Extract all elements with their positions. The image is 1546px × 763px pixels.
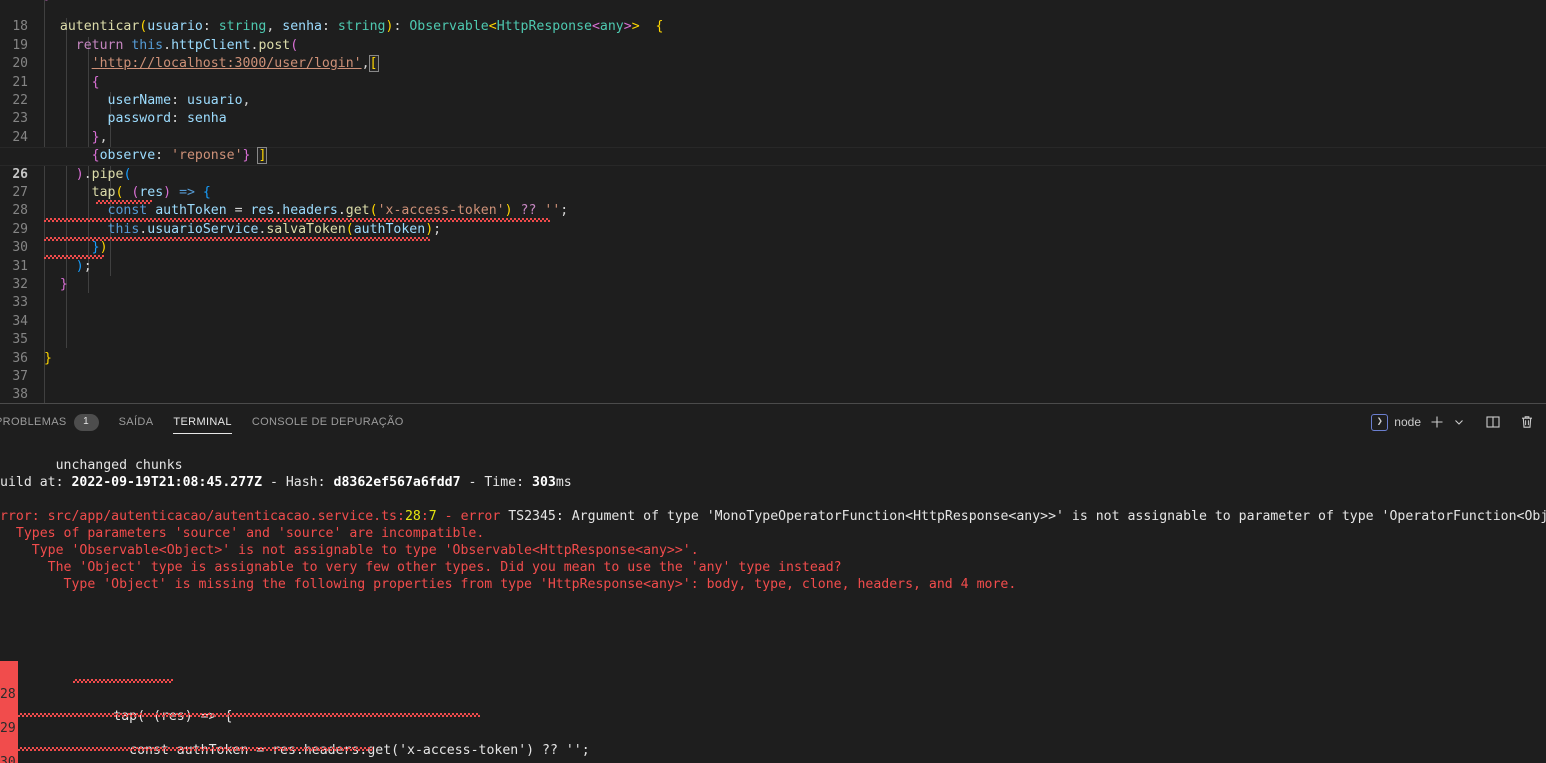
line-text: autenticar(usuario: string, senha: strin… (59, 19, 664, 35)
code-line-19[interactable]: 19 autenticar(usuario: string, senha: st… (0, 18, 1546, 52)
tab-label: TERMINAL (173, 416, 232, 428)
line-text: {observe: 'reponse'} ] (91, 147, 268, 165)
code-line-25[interactable]: 25 }, (0, 129, 1546, 163)
code-line-21[interactable]: 21 'http://localhost:3000/user/login',[ (0, 55, 1546, 90)
problems-count-badge: 1 (73, 413, 99, 431)
code-line-18[interactable]: 18 (0, 0, 1546, 34)
terminal-text: error (460, 509, 509, 524)
tab-label: CONSOLE DE DEPURAÇÃO (251, 416, 404, 428)
build-time: 303 (532, 475, 556, 490)
code-line-32[interactable]: 32 ); (0, 258, 1546, 292)
terminal-text: Types of parameters 'source' and 'source… (0, 526, 485, 541)
line-text: ); (75, 258, 92, 274)
code-line-20[interactable]: 20 return this.httpClient.post( (0, 37, 1546, 71)
tab-console-depuracao[interactable]: CONSOLE DE DEPURAÇÃO (242, 404, 414, 440)
snippet-squiggle (73, 679, 173, 683)
error-file-path[interactable]: src/app/autenticacao/autenticacao.servic… (48, 509, 397, 524)
tab-terminal[interactable]: TERMINAL (163, 404, 241, 440)
bottom-panel: PROBLEMAS 1 SAÍDA TERMINAL CONSOLE DE DE… (0, 403, 1546, 763)
code-line-28[interactable]: 28 tap( (res) => { (0, 184, 1546, 218)
terminal-error-line: Type 'Object' is missing the following p… (0, 576, 1546, 593)
terminal-line: unchanged chunks (0, 440, 1546, 473)
code-line-26[interactable]: 26 {observe: 'reponse'} ] (0, 147, 1546, 182)
code-line-35[interactable]: 35 (0, 313, 1546, 347)
code-line-31[interactable]: 31 }) (0, 239, 1546, 273)
line-text: 'http://localhost:3000/user/login',[ (91, 55, 379, 73)
tab-label: PROBLEMAS (0, 416, 67, 428)
line-text: }, (91, 129, 108, 145)
snippet-line: 29 const authToken = res.headers.get('x-… (0, 696, 1546, 758)
error-snippet: 28 tap( (res) => { 29 const authToken = … (0, 662, 1546, 763)
terminal-text: : (420, 509, 429, 524)
code-line-33[interactable]: 33 } (0, 276, 1546, 310)
tab-problemas[interactable]: PROBLEMAS 1 (0, 404, 109, 440)
line-text: } (59, 277, 68, 292)
snippet-line: 28 tap( (res) => { (0, 662, 1546, 724)
plus-icon (1431, 416, 1443, 428)
active-tab-underline (173, 433, 232, 434)
build-hash: d8362ef567a6fdd7 (333, 475, 461, 490)
code-line-37[interactable]: 37 } (0, 350, 1546, 384)
code-line-30[interactable]: 30 this.usuarioService.salvaToken(authTo… (0, 221, 1546, 255)
terminal-text: : (396, 509, 405, 524)
snippet-squiggle (18, 747, 373, 751)
line-text: password: senha (107, 111, 227, 127)
terminal-text: Type 'Object' is missing the following p… (0, 577, 1017, 592)
terminal-text: - Time: (460, 475, 533, 490)
error-line-number: 28 (404, 509, 421, 524)
error-column-number: 7 (428, 509, 437, 524)
terminal-error-line: Types of parameters 'source' and 'source… (0, 525, 1546, 542)
tab-saida[interactable]: SAÍDA (109, 404, 164, 440)
panel-tab-bar: PROBLEMAS 1 SAÍDA TERMINAL CONSOLE DE DE… (0, 404, 1546, 440)
line-text: { (91, 74, 100, 90)
snippet-line: 30 this.usuarioService.salvaToken(authTo… (0, 730, 1546, 763)
tab-label: SAÍDA (118, 416, 154, 428)
code-editor[interactable]: } 18 19 autenticar(usuario: string, senh… (0, 0, 1546, 403)
terminal-text: uild at: (0, 475, 72, 490)
terminal-output[interactable]: unchanged chunks uild at: 2022-09-19T21:… (0, 440, 1546, 763)
active-terminal-selector[interactable]: ❯ node (1368, 410, 1424, 434)
line-text: } (44, 350, 52, 366)
terminal-line: uild at: 2022-09-19T21:08:45.277Z - Hash… (0, 474, 1546, 491)
terminal-text: - (436, 509, 461, 524)
new-terminal-button[interactable] (1426, 410, 1448, 434)
line-text: ).pipe( (75, 166, 132, 182)
code-line-36[interactable]: 36 (0, 331, 1546, 366)
terminal-text: The 'Object' type is assignable to very … (0, 560, 842, 575)
error-message: TS2345: Argument of type 'MonoTypeOperat… (508, 509, 1546, 524)
split-panel-icon (1486, 416, 1500, 428)
code-line-27[interactable]: 27 ).pipe( (0, 166, 1546, 200)
code-line-23[interactable]: 23 userName: usuario, (0, 92, 1546, 126)
terminal-text: rror: (0, 509, 48, 524)
code-line-22[interactable]: 22 { (0, 74, 1546, 108)
terminal-name-label: node (1394, 415, 1421, 429)
trash-icon (1522, 416, 1532, 428)
code-line-38[interactable]: 38 (0, 368, 1546, 402)
terminal-icon: ❯ (1371, 413, 1389, 431)
panel-actions: ❯ node (1368, 404, 1538, 440)
line-number: 38 (12, 387, 28, 403)
code-line-24[interactable]: 24 password: senha (0, 110, 1546, 144)
snippet-line-number: 30 (0, 755, 16, 763)
line-text: return this.httpClient.post( (75, 37, 299, 53)
terminal-text: ms (555, 475, 572, 490)
split-terminal-button[interactable] (1482, 410, 1504, 434)
terminal-error-line: The 'Object' type is assignable to very … (0, 559, 1546, 576)
snippet-squiggle (18, 713, 480, 717)
build-timestamp: 2022-09-19T21:08:45.277Z (71, 475, 263, 490)
terminal-profile-dropdown[interactable] (1450, 410, 1468, 434)
kill-terminal-button[interactable] (1516, 410, 1538, 434)
chevron-down-icon (1455, 420, 1463, 425)
line-text: userName: usuario, (107, 93, 251, 108)
code-line-29[interactable]: 29 const authToken = res.headers.get('x-… (0, 202, 1546, 236)
terminal-text: Type 'Observable<Object>' is not assigna… (0, 543, 699, 558)
terminal-text: - Hash: (262, 475, 334, 490)
terminal-error-line: rror: src/app/autenticacao/autenticacao.… (0, 508, 1546, 525)
terminal-error-line: Type 'Observable<Object>' is not assigna… (0, 542, 1546, 559)
code-line-34[interactable]: 34 (0, 294, 1546, 329)
